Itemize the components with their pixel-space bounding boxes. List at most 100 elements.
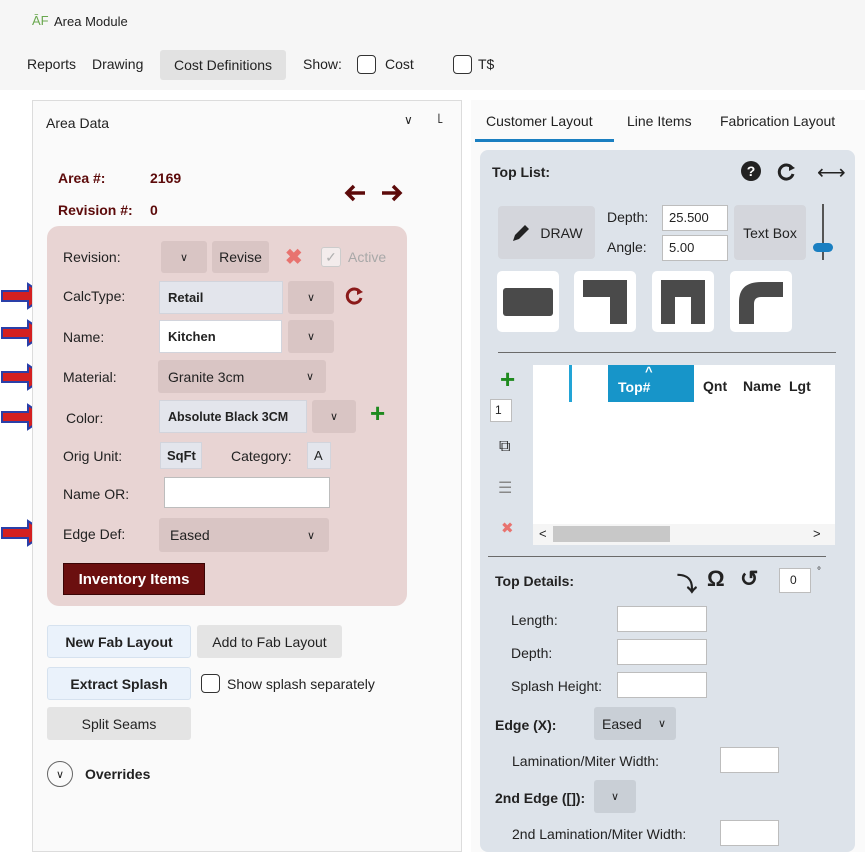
name-value: Kitchen (168, 329, 216, 344)
grid-header-lgt[interactable]: Lgt (789, 378, 811, 394)
t-label: T$ (478, 56, 495, 72)
second-edge-dropdown[interactable]: ∨ (594, 780, 636, 813)
pin-icon[interactable]: ꜖ (437, 110, 444, 127)
top-details-label: Top Details: (495, 573, 575, 589)
rotate-ccw-icon[interactable]: ↺ (740, 566, 758, 592)
extract-splash-button[interactable]: Extract Splash (47, 667, 191, 700)
revise-label: Revise (219, 249, 262, 265)
split-seams-button[interactable]: Split Seams (47, 707, 191, 740)
material-dropdown[interactable]: Granite 3cm ∨ (158, 360, 326, 393)
top-qty-input[interactable]: 1 (490, 399, 512, 422)
angle-label: Angle: (607, 239, 647, 255)
top-list-grid[interactable]: Top# ^ Qnt Name Lgt < > (533, 364, 835, 545)
degree-symbol: ° (817, 566, 821, 577)
arrow-right-icon[interactable] (380, 183, 404, 203)
chevron-down-icon: ∨ (657, 718, 666, 730)
second-lamination-input[interactable] (720, 820, 779, 846)
slider-thumb[interactable] (813, 243, 833, 252)
active-label: Active (348, 249, 387, 265)
grid-row-marker (569, 365, 572, 402)
collapse-chevron-icon[interactable]: ∨ (404, 113, 413, 127)
area-number-value: 2169 (150, 170, 182, 186)
lamination-input[interactable] (720, 747, 779, 773)
angle-input[interactable]: 5.00 (662, 235, 728, 261)
chevron-down-icon: ∨ (179, 251, 189, 264)
inventory-items-label: Inventory Items (78, 570, 190, 588)
flip-icon[interactable]: Ω (707, 566, 725, 592)
category-label: Category: (231, 448, 292, 464)
scroll-left-icon[interactable]: < (539, 526, 547, 541)
cost-definitions-button[interactable]: Cost Definitions (160, 50, 286, 80)
arrow-left-icon[interactable] (343, 183, 367, 203)
edge-def-label: Edge Def: (63, 526, 126, 542)
t-checkbox[interactable] (453, 55, 472, 74)
calctype-field[interactable]: Retail (159, 281, 283, 314)
name-field[interactable]: Kitchen (159, 320, 282, 353)
add-to-fab-layout-button[interactable]: Add to Fab Layout (197, 625, 342, 658)
color-dropdown[interactable]: ∨ (312, 400, 356, 433)
rectangle-shape-tool[interactable] (497, 271, 559, 332)
grid-header-top[interactable]: Top# ^ (608, 364, 694, 402)
add-color-plus-icon[interactable]: + (370, 400, 385, 426)
orig-unit-field: SqFt (160, 442, 202, 469)
sort-up-icon: ^ (645, 364, 653, 379)
inventory-items-button[interactable]: Inventory Items (63, 563, 205, 595)
edge-def-dropdown[interactable]: Eased ∨ (159, 518, 329, 552)
name-or-input[interactable] (164, 477, 330, 508)
calctype-dropdown[interactable]: ∨ (288, 281, 334, 314)
l-shape-tool[interactable] (574, 271, 636, 332)
material-label: Material: (63, 369, 117, 385)
tab-fabrication-layout[interactable]: Fabrication Layout (720, 113, 835, 129)
delete-top-x-icon[interactable]: ✖ (501, 519, 514, 537)
overrides-expand-icon[interactable]: ∨ (47, 761, 73, 787)
cost-checkbox[interactable] (357, 55, 376, 74)
grid-header-qnt[interactable]: Qnt (703, 378, 727, 394)
category-field: A (307, 442, 331, 469)
help-icon[interactable]: ? (741, 161, 761, 181)
show-splash-checkbox[interactable] (201, 674, 220, 693)
add-to-fab-layout-label: Add to Fab Layout (212, 633, 327, 650)
depth-input[interactable]: 25.500 (662, 205, 728, 231)
expand-horizontal-icon[interactable]: ⟷ (817, 160, 846, 185)
depth-label: Depth: (607, 209, 649, 225)
draw-button[interactable]: DRAW (498, 206, 595, 259)
revision-dropdown[interactable]: ∨ (161, 241, 207, 273)
add-top-plus-icon[interactable]: + (500, 366, 515, 392)
rotation-input[interactable]: 0 (779, 568, 811, 593)
grid-header-name[interactable]: Name (743, 378, 781, 394)
u-shape-tool[interactable] (652, 271, 714, 332)
checklist-icon[interactable]: ☰ (498, 478, 512, 498)
menu-drawing[interactable]: Drawing (92, 56, 143, 72)
horizontal-scrollbar[interactable]: < > (533, 524, 835, 545)
depth2-input[interactable] (617, 639, 707, 665)
new-fab-layout-button[interactable]: New Fab Layout (47, 625, 191, 658)
top-list-label: Top List: (492, 164, 551, 180)
name-dropdown[interactable]: ∨ (288, 320, 334, 353)
copy-icon[interactable]: ⧉ (499, 438, 510, 456)
cost-definitions-label: Cost Definitions (173, 57, 273, 73)
window-title: Area Module (54, 14, 128, 29)
edge-x-dropdown[interactable]: Eased ∨ (594, 707, 676, 740)
length-input[interactable] (617, 606, 707, 632)
rotate-down-icon[interactable]: ⤵ (677, 568, 697, 597)
scroll-thumb[interactable] (553, 526, 670, 542)
pencil-icon (513, 224, 530, 241)
curved-shape-tool[interactable] (730, 271, 792, 332)
title-bar: ĀF Area Module (0, 0, 865, 46)
app-logo-icon: ĀF (32, 13, 49, 28)
refresh-icon[interactable] (776, 162, 796, 182)
delete-x-icon[interactable]: ✖ (285, 245, 303, 270)
refresh-icon[interactable] (344, 286, 364, 306)
active-checkbox[interactable]: ✓ (321, 247, 341, 267)
overrides-label[interactable]: Overrides (85, 766, 150, 782)
revise-button[interactable]: Revise (212, 241, 269, 273)
scroll-right-icon[interactable]: > (813, 526, 821, 541)
tab-customer-layout[interactable]: Customer Layout (486, 113, 593, 129)
orig-unit-label: Orig Unit: (63, 448, 123, 464)
text-box-button[interactable]: Text Box (734, 205, 806, 260)
tab-line-items[interactable]: Line Items (627, 113, 692, 129)
splash-height-input[interactable] (617, 672, 707, 698)
chevron-down-icon: ∨ (305, 371, 314, 383)
menu-reports[interactable]: Reports (27, 56, 76, 72)
color-field[interactable]: Absolute Black 3CM (159, 400, 307, 433)
